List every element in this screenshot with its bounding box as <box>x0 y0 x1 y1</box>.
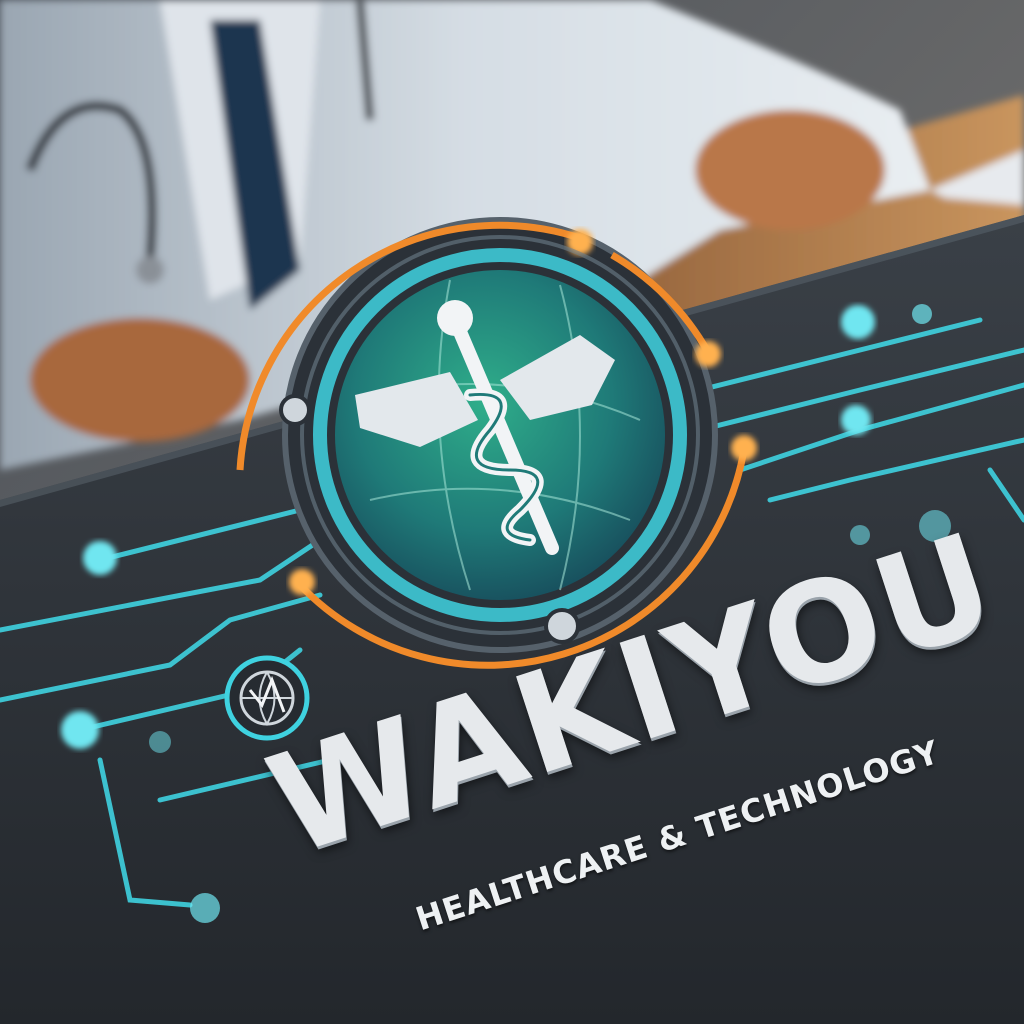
logo-scene: WAKIYOU HEALTHCARE & TECHNOLOGY <box>0 0 1024 1024</box>
